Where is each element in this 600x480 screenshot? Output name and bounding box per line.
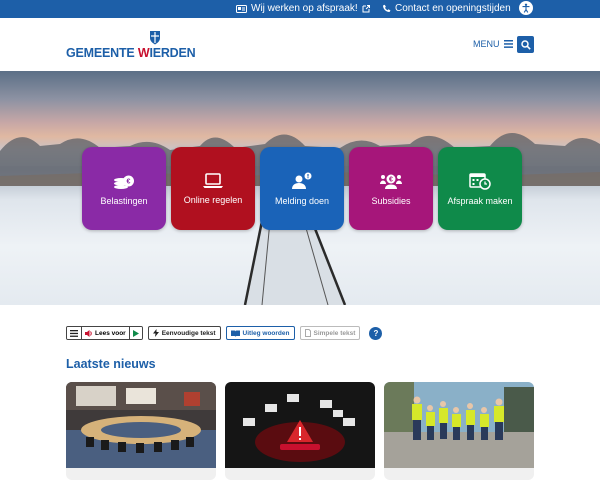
tile-label: Online regelen bbox=[183, 194, 243, 205]
site-logo[interactable]: GEMEENTE WIERDEN bbox=[66, 46, 196, 60]
appointment-link[interactable]: Wij werken op afspraak! bbox=[236, 3, 370, 14]
person-alert-icon bbox=[292, 172, 312, 189]
external-link-icon bbox=[362, 4, 370, 12]
tile-label: Melding doen bbox=[274, 195, 330, 206]
contact-label: Contact en openingstijden bbox=[395, 3, 511, 14]
tile-afspraak-maken[interactable]: Afspraak maken bbox=[438, 147, 522, 230]
play-icon bbox=[132, 329, 139, 337]
play-button[interactable] bbox=[129, 327, 142, 339]
news-card[interactable] bbox=[66, 382, 216, 480]
council-chamber-image bbox=[66, 382, 216, 468]
tile-label: Subsidies bbox=[371, 195, 411, 206]
logo-text-w: W bbox=[137, 46, 150, 60]
tile-label: Afspraak maken bbox=[447, 195, 513, 206]
menu-button[interactable]: MENU bbox=[473, 39, 513, 49]
contact-link[interactable]: Contact en openingstijden bbox=[382, 3, 511, 14]
people-euro-icon: € bbox=[380, 174, 402, 189]
hero-banner: € Belastingen Online regelen Melding doe… bbox=[0, 71, 600, 305]
news-list bbox=[66, 382, 534, 480]
simple-text-label: Simpele tekst bbox=[313, 329, 356, 337]
read-aloud-button[interactable]: Lees voor bbox=[82, 327, 130, 339]
logo-text-part3: IERDEN bbox=[149, 46, 196, 60]
svg-text:€: € bbox=[127, 178, 131, 185]
accessibility-icon bbox=[522, 3, 530, 13]
explain-words-button[interactable]: Uitleg woorden bbox=[225, 326, 295, 340]
read-aloud-label: Lees voor bbox=[95, 329, 126, 337]
logo-text-part1: GEMEENTE bbox=[66, 46, 138, 60]
coins-euro-icon: € bbox=[114, 175, 134, 189]
search-icon bbox=[520, 39, 531, 50]
quick-tiles: € Belastingen Online regelen Melding doe… bbox=[82, 147, 522, 230]
simple-text-button[interactable]: Simpele tekst bbox=[299, 326, 361, 340]
document-icon bbox=[304, 329, 311, 337]
group-photo-image bbox=[384, 382, 534, 468]
search-button[interactable] bbox=[517, 36, 534, 53]
easy-text-label: Eenvoudige tekst bbox=[161, 329, 216, 337]
help-button[interactable]: ? bbox=[369, 326, 383, 340]
accessibility-button[interactable] bbox=[519, 1, 533, 15]
menu-label: MENU bbox=[473, 39, 500, 49]
lightning-icon bbox=[152, 329, 159, 337]
phone-icon bbox=[383, 4, 391, 12]
laptop-icon bbox=[203, 172, 223, 188]
phone-alert-image bbox=[225, 382, 375, 468]
tile-melding-doen[interactable]: Melding doen bbox=[260, 147, 344, 230]
readspeaker-toolbar: Lees voor Eenvoudige tekst Uitleg woorde… bbox=[66, 326, 383, 340]
book-icon bbox=[230, 330, 240, 337]
explain-words-label: Uitleg woorden bbox=[242, 329, 290, 337]
id-card-icon bbox=[236, 4, 247, 13]
hamburger-icon bbox=[503, 40, 513, 48]
news-card[interactable] bbox=[384, 382, 534, 480]
appointment-label: Wij werken op afspraak! bbox=[251, 3, 358, 14]
toolbar-menu-button[interactable] bbox=[67, 327, 82, 339]
read-aloud-group: Lees voor bbox=[66, 326, 143, 340]
tile-label: Belastingen bbox=[100, 195, 148, 206]
svg-text:€: € bbox=[389, 176, 393, 183]
news-heading: Laatste nieuws bbox=[66, 357, 156, 371]
tile-belastingen[interactable]: € Belastingen bbox=[82, 147, 166, 230]
speaker-icon bbox=[85, 329, 92, 337]
crest-icon bbox=[150, 31, 160, 45]
calendar-clock-icon bbox=[469, 172, 491, 190]
list-icon bbox=[70, 329, 78, 337]
news-card[interactable] bbox=[225, 382, 375, 480]
site-header: GEMEENTE WIERDEN MENU bbox=[0, 18, 600, 71]
top-bar: Wij werken op afspraak! Contact en openi… bbox=[0, 0, 600, 18]
tile-subsidies[interactable]: € Subsidies bbox=[349, 147, 433, 230]
tile-online-regelen[interactable]: Online regelen bbox=[171, 147, 255, 230]
easy-text-button[interactable]: Eenvoudige tekst bbox=[147, 326, 221, 340]
